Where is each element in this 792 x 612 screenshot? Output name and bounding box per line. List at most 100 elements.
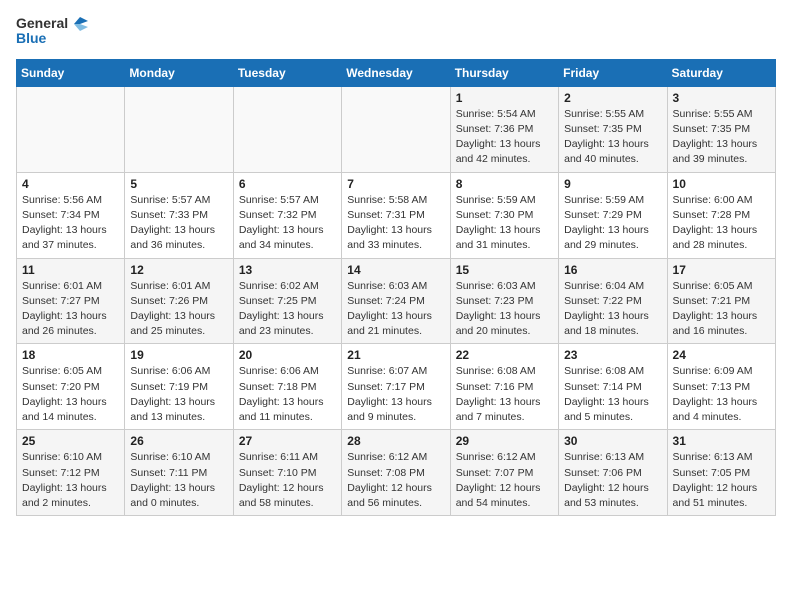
- day-number: 31: [673, 434, 770, 448]
- day-of-week-saturday: Saturday: [667, 59, 775, 86]
- day-of-week-friday: Friday: [559, 59, 667, 86]
- day-number: 29: [456, 434, 553, 448]
- day-number: 19: [130, 348, 227, 362]
- calendar-cell: [17, 86, 125, 172]
- day-number: 26: [130, 434, 227, 448]
- calendar-week-3: 11Sunrise: 6:01 AMSunset: 7:27 PMDayligh…: [17, 258, 776, 344]
- day-number: 4: [22, 177, 119, 191]
- calendar-cell: [233, 86, 341, 172]
- day-info: Sunrise: 6:06 AMSunset: 7:19 PMDaylight:…: [130, 364, 227, 425]
- day-of-week-thursday: Thursday: [450, 59, 558, 86]
- calendar-cell: 20 Sunrise: 6:06 AMSunset: 7:18 PMDayligh…: [233, 344, 341, 430]
- day-number: 25: [22, 434, 119, 448]
- calendar-cell: 11Sunrise: 6:01 AMSunset: 7:27 PMDayligh…: [17, 258, 125, 344]
- day-info: Sunrise: 6:08 AMSunset: 7:14 PMDaylight:…: [564, 364, 661, 425]
- calendar-cell: [125, 86, 233, 172]
- day-info: Sunrise: 6:12 AMSunset: 7:07 PMDaylight:…: [456, 450, 553, 511]
- day-info: Sunrise: 6:13 AMSunset: 7:06 PMDaylight:…: [564, 450, 661, 511]
- day-info: Sunrise: 6:10 AMSunset: 7:12 PMDaylight:…: [22, 450, 119, 511]
- day-number: 10: [673, 177, 770, 191]
- day-number: 5: [130, 177, 227, 191]
- day-info: Sunrise: 5:55 AMSunset: 7:35 PMDaylight:…: [673, 107, 770, 168]
- day-number: 12: [130, 263, 227, 277]
- calendar-cell: 17 Sunrise: 6:05 AMSunset: 7:21 PMDayligh…: [667, 258, 775, 344]
- calendar-week-2: 4 Sunrise: 5:56 AMSunset: 7:34 PMDaylight…: [17, 172, 776, 258]
- day-number: 18: [22, 348, 119, 362]
- calendar-cell: 23 Sunrise: 6:08 AMSunset: 7:14 PMDayligh…: [559, 344, 667, 430]
- calendar-cell: 19 Sunrise: 6:06 AMSunset: 7:19 PMDayligh…: [125, 344, 233, 430]
- calendar-cell: 22 Sunrise: 6:08 AMSunset: 7:16 PMDayligh…: [450, 344, 558, 430]
- day-number: 16: [564, 263, 661, 277]
- day-info: Sunrise: 5:55 AMSunset: 7:35 PMDaylight:…: [564, 107, 661, 168]
- calendar-table: SundayMondayTuesdayWednesdayThursdayFrid…: [16, 59, 776, 516]
- day-number: 2: [564, 91, 661, 105]
- calendar-cell: 18Sunrise: 6:05 AMSunset: 7:20 PMDayligh…: [17, 344, 125, 430]
- day-of-week-monday: Monday: [125, 59, 233, 86]
- day-info: Sunrise: 6:08 AMSunset: 7:16 PMDaylight:…: [456, 364, 553, 425]
- day-number: 24: [673, 348, 770, 362]
- day-info: Sunrise: 5:57 AMSunset: 7:33 PMDaylight:…: [130, 193, 227, 254]
- day-number: 21: [347, 348, 444, 362]
- day-number: 13: [239, 263, 336, 277]
- day-info: Sunrise: 5:59 AMSunset: 7:29 PMDaylight:…: [564, 193, 661, 254]
- day-info: Sunrise: 6:05 AMSunset: 7:21 PMDaylight:…: [673, 279, 770, 340]
- day-of-week-tuesday: Tuesday: [233, 59, 341, 86]
- calendar-cell: 21 Sunrise: 6:07 AMSunset: 7:17 PMDayligh…: [342, 344, 450, 430]
- logo: General Blue: [16, 16, 88, 47]
- calendar-cell: 4 Sunrise: 5:56 AMSunset: 7:34 PMDaylight…: [17, 172, 125, 258]
- day-info: Sunrise: 6:10 AMSunset: 7:11 PMDaylight:…: [130, 450, 227, 511]
- day-number: 22: [456, 348, 553, 362]
- day-info: Sunrise: 6:02 AMSunset: 7:25 PMDaylight:…: [239, 279, 336, 340]
- day-info: Sunrise: 5:54 AMSunset: 7:36 PMDaylight:…: [456, 107, 553, 168]
- calendar-cell: 30 Sunrise: 6:13 AMSunset: 7:06 PMDayligh…: [559, 430, 667, 516]
- day-info: Sunrise: 6:07 AMSunset: 7:17 PMDaylight:…: [347, 364, 444, 425]
- day-number: 20: [239, 348, 336, 362]
- calendar-cell: 8 Sunrise: 5:59 AMSunset: 7:30 PMDaylight…: [450, 172, 558, 258]
- calendar-cell: 26 Sunrise: 6:10 AMSunset: 7:11 PMDayligh…: [125, 430, 233, 516]
- day-number: 6: [239, 177, 336, 191]
- calendar-cell: 15Sunrise: 6:03 AMSunset: 7:23 PMDayligh…: [450, 258, 558, 344]
- day-info: Sunrise: 6:03 AMSunset: 7:23 PMDaylight:…: [456, 279, 553, 340]
- calendar-cell: 29 Sunrise: 6:12 AMSunset: 7:07 PMDayligh…: [450, 430, 558, 516]
- day-number: 9: [564, 177, 661, 191]
- day-info: Sunrise: 6:03 AMSunset: 7:24 PMDaylight:…: [347, 279, 444, 340]
- calendar-cell: 27 Sunrise: 6:11 AMSunset: 7:10 PMDayligh…: [233, 430, 341, 516]
- day-number: 28: [347, 434, 444, 448]
- calendar-cell: 13 Sunrise: 6:02 AMSunset: 7:25 PMDayligh…: [233, 258, 341, 344]
- day-info: Sunrise: 6:01 AMSunset: 7:26 PMDaylight:…: [130, 279, 227, 340]
- calendar-cell: 3 Sunrise: 5:55 AMSunset: 7:35 PMDaylight…: [667, 86, 775, 172]
- calendar-week-1: 1 Sunrise: 5:54 AMSunset: 7:36 PMDaylight…: [17, 86, 776, 172]
- calendar-week-4: 18Sunrise: 6:05 AMSunset: 7:20 PMDayligh…: [17, 344, 776, 430]
- day-info: Sunrise: 6:09 AMSunset: 7:13 PMDaylight:…: [673, 364, 770, 425]
- calendar-cell: 7 Sunrise: 5:58 AMSunset: 7:31 PMDaylight…: [342, 172, 450, 258]
- day-number: 7: [347, 177, 444, 191]
- calendar-cell: 14Sunrise: 6:03 AMSunset: 7:24 PMDayligh…: [342, 258, 450, 344]
- day-number: 17: [673, 263, 770, 277]
- day-info: Sunrise: 5:57 AMSunset: 7:32 PMDaylight:…: [239, 193, 336, 254]
- logo-text: General Blue: [16, 16, 88, 47]
- calendar-cell: 2 Sunrise: 5:55 AMSunset: 7:35 PMDaylight…: [559, 86, 667, 172]
- day-number: 23: [564, 348, 661, 362]
- day-number: 8: [456, 177, 553, 191]
- logo-bird-icon: [70, 17, 88, 31]
- day-number: 1: [456, 91, 553, 105]
- day-info: Sunrise: 5:58 AMSunset: 7:31 PMDaylight:…: [347, 193, 444, 254]
- day-number: 3: [673, 91, 770, 105]
- calendar-header-row: SundayMondayTuesdayWednesdayThursdayFrid…: [17, 59, 776, 86]
- day-info: Sunrise: 6:06 AMSunset: 7:18 PMDaylight:…: [239, 364, 336, 425]
- calendar-cell: 25 Sunrise: 6:10 AMSunset: 7:12 PMDayligh…: [17, 430, 125, 516]
- calendar-cell: 9 Sunrise: 5:59 AMSunset: 7:29 PMDaylight…: [559, 172, 667, 258]
- calendar-cell: [342, 86, 450, 172]
- day-of-week-sunday: Sunday: [17, 59, 125, 86]
- day-number: 27: [239, 434, 336, 448]
- calendar-cell: 10 Sunrise: 6:00 AMSunset: 7:28 PMDayligh…: [667, 172, 775, 258]
- day-info: Sunrise: 6:11 AMSunset: 7:10 PMDaylight:…: [239, 450, 336, 511]
- page-header: General Blue: [16, 16, 776, 47]
- calendar-cell: 5 Sunrise: 5:57 AMSunset: 7:33 PMDaylight…: [125, 172, 233, 258]
- day-info: Sunrise: 5:59 AMSunset: 7:30 PMDaylight:…: [456, 193, 553, 254]
- calendar-cell: 16Sunrise: 6:04 AMSunset: 7:22 PMDayligh…: [559, 258, 667, 344]
- day-info: Sunrise: 6:00 AMSunset: 7:28 PMDaylight:…: [673, 193, 770, 254]
- day-number: 30: [564, 434, 661, 448]
- day-info: Sunrise: 6:12 AMSunset: 7:08 PMDaylight:…: [347, 450, 444, 511]
- day-info: Sunrise: 5:56 AMSunset: 7:34 PMDaylight:…: [22, 193, 119, 254]
